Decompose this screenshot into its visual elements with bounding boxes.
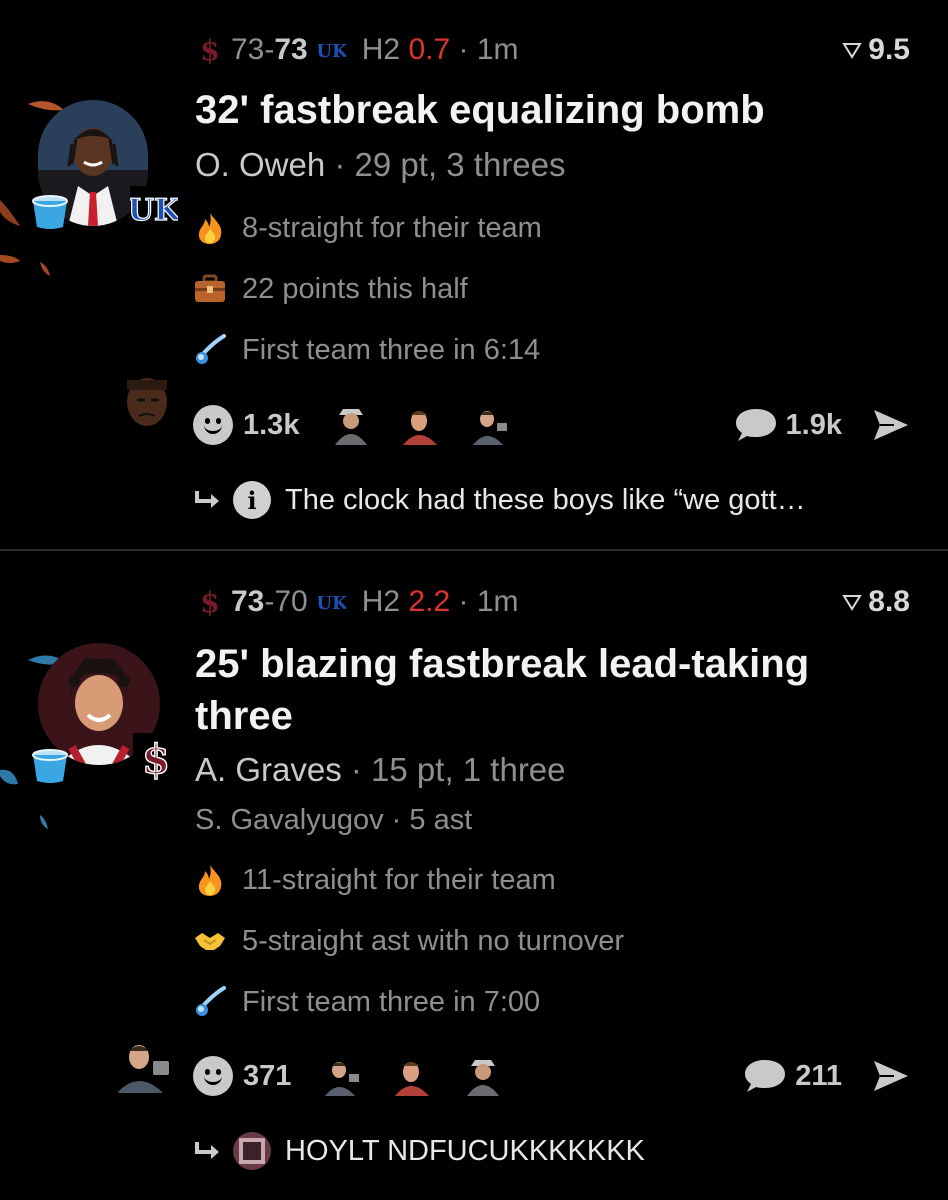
comment-icon[interactable] [734,407,778,443]
comment-count[interactable]: 211 [795,1060,842,1093]
stat-item: 5-straight ast with no turnover [193,924,624,958]
stat-item: 11-straight for their team [193,863,556,897]
rating-triangle-icon [842,43,863,59]
bucket-icon [30,747,70,790]
comment-icon[interactable] [743,1058,787,1094]
reaction-bar: 1.3k 1.9k [193,400,910,450]
svg-text:UK: UK [318,593,346,613]
reaction-count[interactable]: 371 [243,1060,291,1093]
time-left: 2.2 [408,585,451,618]
reaction-sticker[interactable] [467,405,516,445]
info-icon: i [233,481,271,519]
share-icon[interactable] [872,408,910,442]
comet-icon [193,333,227,367]
assist-line[interactable]: S. Gavalyugov · 5 ast [195,804,472,837]
comet-icon [193,985,227,1019]
reaction-count[interactable]: 1.3k [243,409,299,442]
play-title: 32' fastbreak equalizing bomb [195,88,765,132]
player-stats: 15 pt, 1 three [371,751,566,788]
bucket-icon [30,193,70,236]
reaction-sticker[interactable] [327,405,376,445]
svg-text:$: $ [200,587,219,617]
top-reply[interactable]: HOYLT NDFUCUKKKKKKK [193,1131,645,1171]
stat-item: First team three in 7:00 [193,985,540,1019]
player-name[interactable]: A. Graves [195,751,342,788]
top-reply[interactable]: i The clock had these boys like “we gott… [193,480,806,520]
reply-arrow-icon [193,1140,221,1162]
kentucky-team-badge-icon: UK [127,186,182,233]
share-icon[interactable] [872,1059,910,1093]
assist-name[interactable]: S. Gavalyugov [195,804,384,836]
south-carolina-logo-icon: $ [195,35,225,65]
stat-item: First team three in 6:14 [193,333,540,367]
play-rating: 9.5 [842,30,910,70]
reply-arrow-icon [193,489,221,511]
play-card[interactable]: $ 73-73 UK H2 0.7 · 1m 9.5 32' fastbreak… [0,0,948,549]
game-meta: $ 73-73 UK H2 0.7 · 1m [195,30,519,70]
stat-item: 22 points this half [193,272,468,306]
reaction-bar: 371 211 [193,1051,910,1101]
kentucky-logo-icon: UK [318,591,346,613]
smiley-reaction-icon[interactable] [193,1056,233,1096]
game-meta: $ 73-70 UK H2 2.2 · 1m [195,582,519,622]
player-line[interactable]: A. Graves · 15 pt, 1 three [195,751,566,789]
reaction-sticker[interactable] [389,1056,438,1096]
svg-text:UK: UK [318,41,346,61]
player-line[interactable]: O. Oweh · 29 pt, 3 threes [195,146,566,184]
smiley-reaction-icon[interactable] [193,405,233,445]
handshake-icon [193,924,227,958]
post-age: 1m [476,585,519,618]
score-home: 73 [231,585,265,618]
play-title: 25' blazing fastbreak lead-taking three [195,642,810,738]
rating-triangle-icon [842,595,863,611]
fire-icon [193,863,227,897]
svg-text:$: $ [200,35,219,65]
reaction-sticker[interactable] [459,1056,508,1096]
reply-text[interactable]: The clock had these boys like “we gott… [285,484,806,517]
reply-text[interactable]: HOYLT NDFUCUKKKKKKK [285,1135,645,1168]
reply-avatar[interactable] [233,1132,271,1170]
svg-text:$: $ [142,736,170,781]
period: H2 [361,585,401,618]
assist-stats: 5 ast [409,804,473,836]
period: H2 [361,33,401,66]
time-left: 0.7 [408,33,451,66]
comment-count[interactable]: 1.9k [786,409,842,442]
svg-text:UK: UK [130,193,178,228]
stat-item: 8-straight for their team [193,211,542,245]
fire-icon [193,211,227,245]
score-home: 73 [231,33,265,66]
play-card[interactable]: $ 73-70 UK H2 2.2 · 1m 8.8 25' blazing f… [0,551,948,1200]
post-age: 1m [476,33,519,66]
play-rating: 8.8 [842,582,910,622]
player-name[interactable]: O. Oweh [195,146,325,183]
reaction-sticker[interactable] [319,1056,368,1096]
reaction-gif-thumbnail[interactable] [113,1039,181,1093]
reaction-gif-thumbnail[interactable] [113,372,181,434]
reaction-sticker[interactable] [397,405,446,445]
score-away: 70 [274,585,308,618]
briefcase-icon [193,272,227,306]
player-stats: 29 pt, 3 threes [354,146,566,183]
south-carolina-logo-icon: $ [195,587,225,617]
score-away: 73 [274,33,308,66]
south-carolina-team-badge-icon: $ [133,733,179,786]
kentucky-logo-icon: UK [318,39,346,61]
